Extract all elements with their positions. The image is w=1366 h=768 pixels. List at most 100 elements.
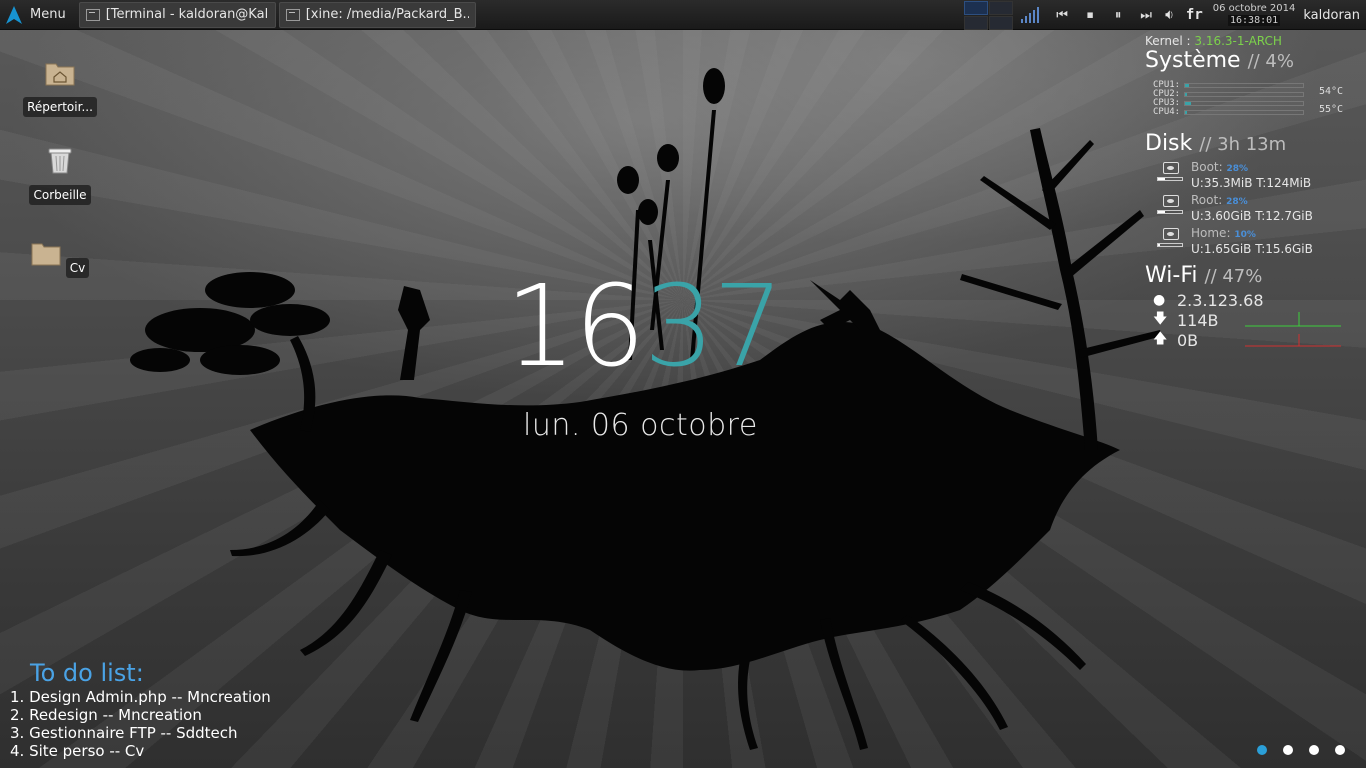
globe-icon: ●	[1153, 292, 1166, 308]
todo-title: To do list:	[30, 659, 144, 687]
page-dot[interactable]	[1283, 745, 1293, 755]
top-panel: Menu [Terminal - kaldoran@Kal... [xine: …	[0, 0, 1366, 30]
keyboard-layout[interactable]: fr	[1186, 7, 1203, 23]
disk-boot: Boot: 28% U:35.3MiB T:124MiB	[1157, 160, 1360, 191]
wifi-signal: // 47%	[1204, 266, 1263, 287]
desktop-pager-dots	[1257, 745, 1345, 755]
cpu-temp: 55°C	[1319, 104, 1344, 115]
system-heading: Système // 4%	[1145, 48, 1360, 75]
disk-heading: Disk // 3h 13m	[1145, 131, 1360, 158]
desktop-clock: 1637	[505, 262, 785, 392]
cpu-bar	[1184, 101, 1305, 106]
desktop-icon-label: Répertoir...	[23, 97, 97, 117]
disk-percent: 10%	[1234, 230, 1256, 240]
user-menu[interactable]: kaldoran	[1303, 8, 1360, 23]
disk-home: Home: 10% U:1.65GiB T:15.6GiB	[1157, 226, 1360, 257]
cpu-bar	[1184, 83, 1305, 88]
wifi-title: Wi-Fi	[1145, 263, 1198, 288]
todo-item: 2. Redesign -- Mncreation	[10, 706, 202, 724]
kernel-label: Kernel :	[1145, 34, 1191, 48]
disk-name: Boot:	[1191, 160, 1223, 174]
page-dot[interactable]	[1335, 745, 1345, 755]
uptime: // 3h 13m	[1199, 134, 1287, 155]
todo-item: 4. Site perso -- Cv	[10, 742, 145, 760]
disk-usage-bar	[1157, 177, 1183, 181]
system-load: // 4%	[1247, 51, 1294, 72]
panel-time: 16:38:01	[1227, 15, 1281, 26]
taskbar-item-terminal[interactable]: [Terminal - kaldoran@Kal...	[78, 1, 276, 28]
cpu-bars: CPU1: CPU2: CPU3: CPU4: 54°C 55°C	[1153, 81, 1360, 117]
upload-graph	[1245, 334, 1341, 347]
desktop-icon-home[interactable]: Répertoir...	[20, 60, 100, 117]
workspace-1[interactable]	[964, 0, 989, 15]
disk-root: Root: 28% U:3.60GiB T:12.7GiB	[1157, 193, 1360, 224]
stop-icon[interactable]: ⏹	[1081, 8, 1099, 23]
wifi-heading: Wi-Fi // 47%	[1145, 263, 1360, 290]
desktop-icon-trash[interactable]: Corbeille	[20, 148, 100, 205]
upload-rate: 0B	[1177, 330, 1199, 350]
disk-usage-bar	[1157, 243, 1183, 247]
cpu-bar	[1184, 110, 1305, 115]
taskbar-item-xine[interactable]: [xine: /media/Packard_B...	[278, 1, 476, 28]
media-controls: ⏮ ⏹ ⏸ ⏭	[1053, 8, 1155, 23]
todo-item: 1. Design Admin.php -- Mncreation	[10, 688, 271, 706]
panel-clock[interactable]: 06 octobre 2014 16:38:01	[1212, 3, 1296, 27]
page-dot[interactable]	[1257, 745, 1267, 755]
taskbar-item-label: [xine: /media/Packard_B...	[305, 7, 469, 22]
disk-name: Home:	[1191, 226, 1231, 240]
cpu-bar	[1184, 92, 1305, 97]
volume-icon[interactable]: 🔉︎	[1165, 7, 1174, 23]
workspace-2[interactable]	[989, 0, 1014, 15]
kernel-row: Kernel : 3.16.3-1-ARCH	[1145, 34, 1360, 48]
clock-minutes: 37	[643, 262, 785, 392]
disk-name: Root:	[1191, 193, 1223, 207]
taskbar-item-label: [Terminal - kaldoran@Kal...	[105, 7, 269, 22]
disk-percent: 28%	[1226, 164, 1249, 174]
ip-address: 2.3.123.68	[1177, 290, 1264, 310]
desktop-icon-label: Corbeille	[29, 185, 91, 205]
disk-title: Disk	[1145, 131, 1193, 156]
panel-date: 06 octobre 2014	[1212, 3, 1296, 14]
arch-logo-icon	[6, 5, 22, 24]
menu-button[interactable]: Menu	[0, 0, 76, 30]
hard-disk-icon	[1163, 162, 1179, 174]
folder-icon	[31, 243, 61, 266]
kernel-value: 3.16.3-1-ARCH	[1194, 34, 1282, 48]
disk-percent: 28%	[1226, 197, 1248, 207]
disk-usage: U:35.3MiB T:124MiB	[1191, 176, 1312, 190]
wifi-block: ● 2.3.123.68 🡇 114B 🡅 0B	[1145, 290, 1360, 350]
todo-item: 3. Gestionnaire FTP -- Sddtech	[10, 724, 238, 742]
download-rate: 114B	[1177, 310, 1219, 330]
menu-label: Menu	[30, 7, 66, 22]
disk-usage: U:1.65GiB T:15.6GiB	[1191, 242, 1313, 256]
download-graph	[1245, 312, 1341, 327]
wifi-ip-row: ● 2.3.123.68	[1153, 290, 1360, 310]
pause-icon[interactable]: ⏸	[1109, 8, 1127, 23]
cpu-label: CPU4:	[1153, 107, 1181, 117]
cpu-temps: 54°C 55°C	[1319, 83, 1343, 119]
home-folder-icon	[45, 63, 75, 86]
disk-usage-bar	[1157, 210, 1183, 214]
workspace-3[interactable]	[964, 15, 989, 30]
trash-icon	[48, 148, 72, 174]
upload-arrow-icon: 🡅	[1153, 331, 1168, 347]
cpu-temp: 54°C	[1319, 86, 1344, 97]
network-signal-icon[interactable]	[1021, 7, 1040, 23]
desktop-date: lun. 06 octobre	[523, 408, 758, 443]
hard-disk-icon	[1163, 228, 1179, 240]
workspace-pager[interactable]	[964, 0, 1014, 30]
system-title: Système	[1145, 48, 1241, 73]
video-player-icon	[285, 8, 300, 21]
workspace-4[interactable]	[989, 15, 1014, 30]
hard-disk-icon	[1163, 195, 1179, 207]
desktop-icon-label: Cv	[65, 258, 90, 278]
page-dot[interactable]	[1309, 745, 1319, 755]
clock-hours: 16	[505, 262, 646, 392]
terminal-icon	[85, 8, 100, 21]
previous-icon[interactable]: ⏮	[1053, 8, 1071, 23]
next-icon[interactable]: ⏭	[1137, 8, 1155, 23]
todo-list: To do list: 1. Design Admin.php -- Mncre…	[10, 658, 271, 760]
desktop-icon-cv[interactable]: Cv	[20, 240, 100, 278]
disk-usage: U:3.60GiB T:12.7GiB	[1191, 209, 1313, 223]
conky-monitor: Kernel : 3.16.3-1-ARCH Système // 4% CPU…	[1145, 34, 1360, 350]
